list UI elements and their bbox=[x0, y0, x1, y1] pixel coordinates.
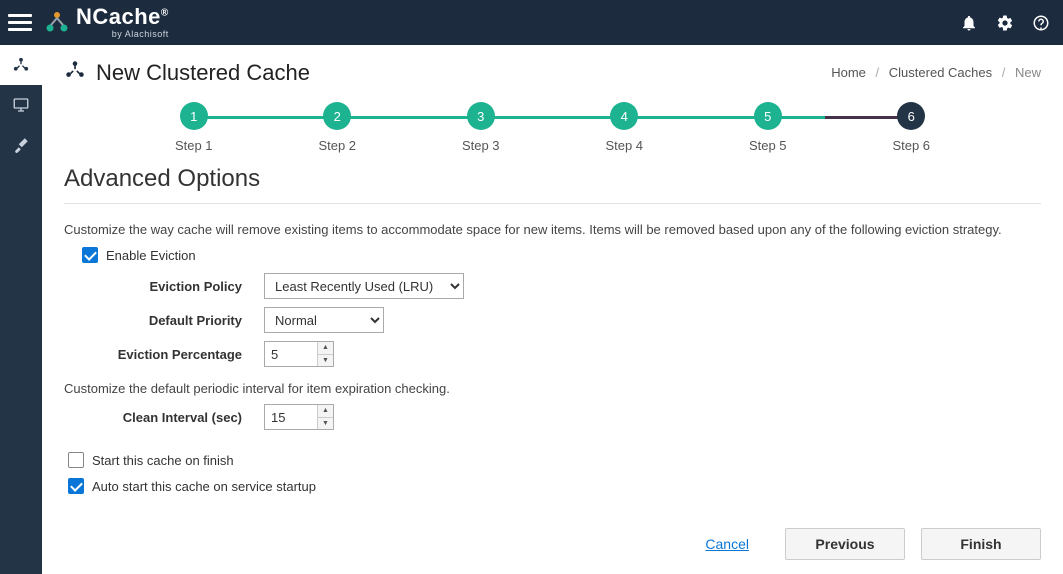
stepper: 1 Step 1 2 Step 2 3 Step 3 4 Step 4 5 bbox=[42, 96, 1063, 163]
settings-icon[interactable] bbox=[995, 13, 1015, 33]
step-5[interactable]: 5 Step 5 bbox=[696, 102, 840, 153]
start-on-finish-label: Start this cache on finish bbox=[92, 453, 234, 468]
logo: NCache® by Alachisoft bbox=[44, 6, 169, 39]
spinner-down-icon[interactable]: ▼ bbox=[318, 355, 333, 367]
breadcrumb-home[interactable]: Home bbox=[831, 65, 866, 80]
default-priority-label: Default Priority bbox=[104, 313, 264, 328]
sidebar-item-clustered[interactable] bbox=[0, 45, 42, 85]
step-6[interactable]: 6 Step 6 bbox=[840, 102, 984, 153]
start-on-finish-checkbox[interactable] bbox=[68, 452, 84, 468]
cluster-icon bbox=[64, 59, 86, 86]
brand-byline: by Alachisoft bbox=[76, 30, 169, 39]
spinner-down-icon[interactable]: ▼ bbox=[318, 418, 333, 430]
section-title: Advanced Options bbox=[64, 165, 1041, 204]
eviction-policy-select[interactable]: Least Recently Used (LRU) bbox=[264, 273, 464, 299]
top-bar: NCache® by Alachisoft bbox=[0, 0, 1063, 45]
step-3[interactable]: 3 Step 3 bbox=[409, 102, 553, 153]
spinner-up-icon[interactable]: ▲ bbox=[318, 342, 333, 355]
spinner-up-icon[interactable]: ▲ bbox=[318, 405, 333, 418]
enable-eviction-label: Enable Eviction bbox=[106, 248, 196, 263]
enable-eviction-checkbox[interactable] bbox=[82, 247, 98, 263]
sidebar bbox=[0, 45, 42, 574]
page-title: New Clustered Cache bbox=[96, 60, 310, 86]
brand-name: NCache bbox=[76, 4, 161, 29]
default-priority-select[interactable]: Normal bbox=[264, 307, 384, 333]
step-4[interactable]: 4 Step 4 bbox=[553, 102, 697, 153]
help-icon[interactable] bbox=[1031, 13, 1051, 33]
step-2[interactable]: 2 Step 2 bbox=[266, 102, 410, 153]
auto-start-checkbox[interactable] bbox=[68, 478, 84, 494]
logo-icon bbox=[44, 10, 70, 36]
menu-toggle-button[interactable] bbox=[8, 11, 32, 35]
clean-interval-label: Clean Interval (sec) bbox=[104, 410, 264, 425]
breadcrumb-mid[interactable]: Clustered Caches bbox=[889, 65, 992, 80]
breadcrumb-current: New bbox=[1015, 65, 1041, 80]
sidebar-item-monitor[interactable] bbox=[0, 85, 42, 125]
eviction-description: Customize the way cache will remove exis… bbox=[64, 222, 1041, 237]
breadcrumb: Home / Clustered Caches / New bbox=[831, 65, 1041, 80]
auto-start-label: Auto start this cache on service startup bbox=[92, 479, 316, 494]
clean-interval-description: Customize the default periodic interval … bbox=[64, 381, 1041, 396]
previous-button[interactable]: Previous bbox=[785, 528, 905, 560]
finish-button[interactable]: Finish bbox=[921, 528, 1041, 560]
eviction-percentage-label: Eviction Percentage bbox=[104, 347, 264, 362]
notifications-icon[interactable] bbox=[959, 13, 979, 33]
step-1[interactable]: 1 Step 1 bbox=[122, 102, 266, 153]
sidebar-item-tools[interactable] bbox=[0, 125, 42, 165]
cancel-link[interactable]: Cancel bbox=[705, 536, 749, 552]
eviction-policy-label: Eviction Policy bbox=[104, 279, 264, 294]
